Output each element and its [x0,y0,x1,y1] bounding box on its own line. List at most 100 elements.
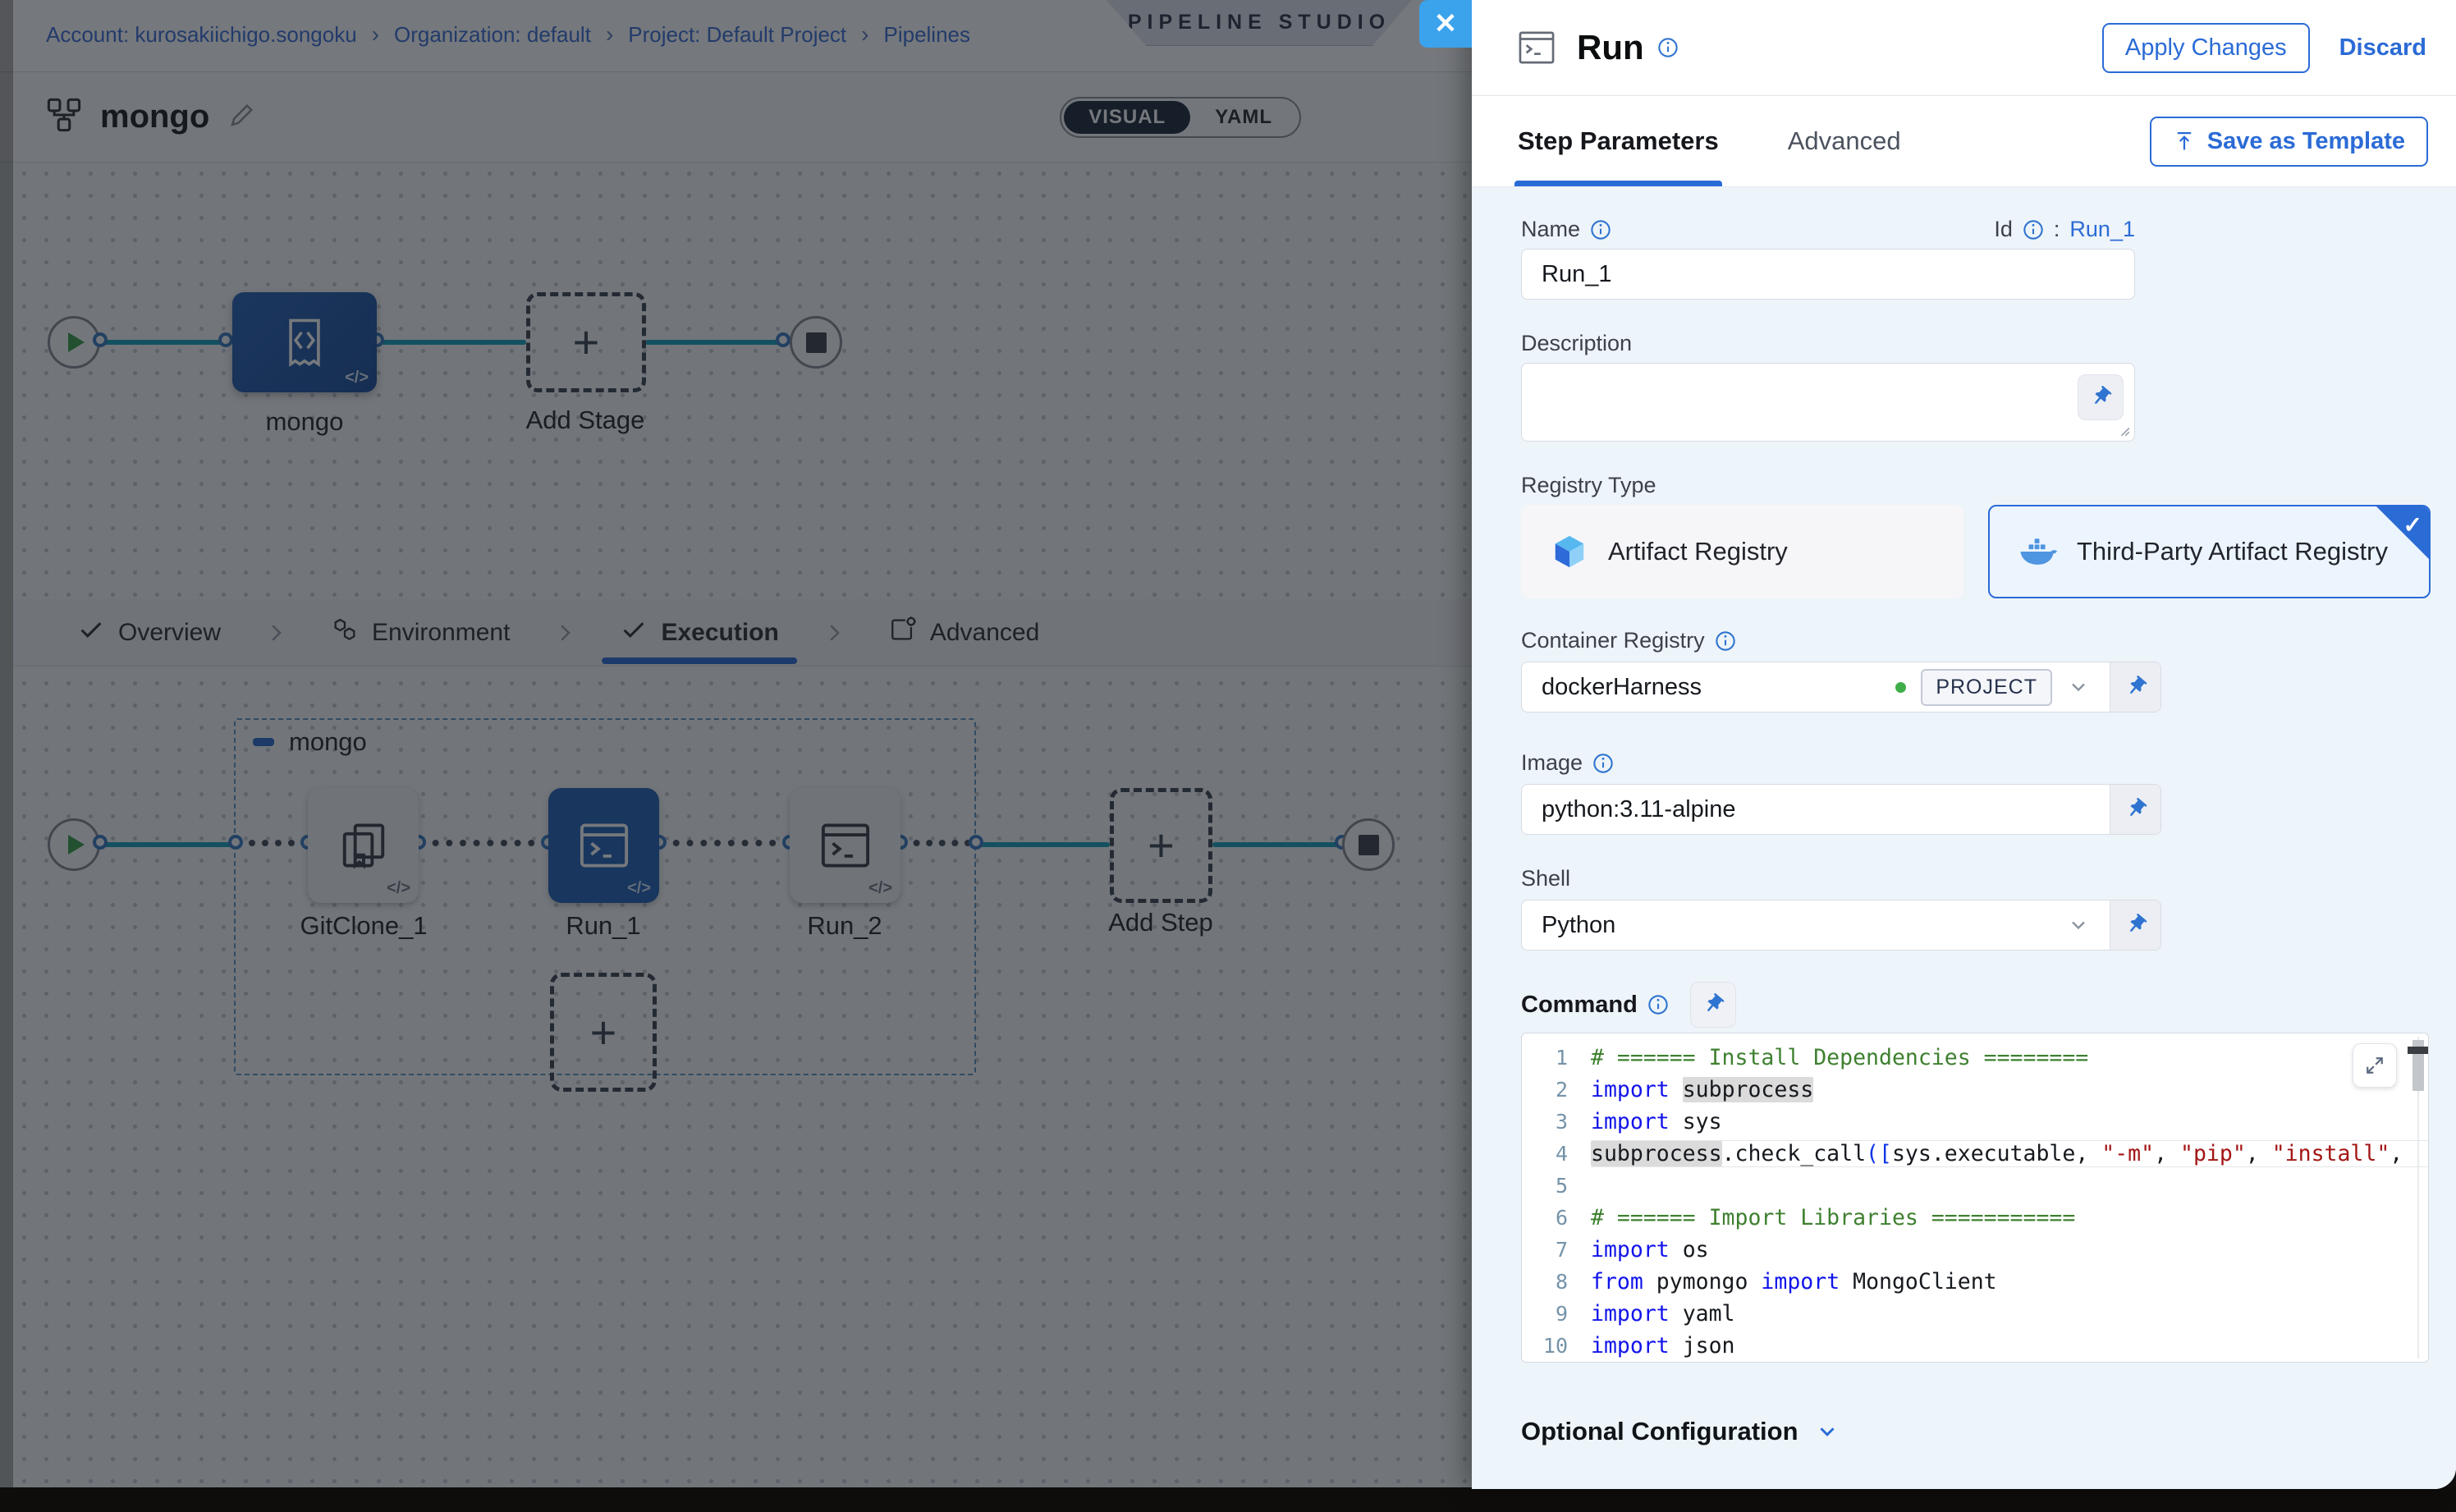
code-line[interactable]: 6# ====== Import Libraries =========== [1522,1202,2428,1234]
left-nav-rail [0,0,13,1487]
pipeline-start-node[interactable] [48,316,100,369]
shell-select[interactable]: Python [1521,900,2161,951]
stage-tab-advanced[interactable]: Advanced [866,599,1062,666]
step-label: Run_2 [738,911,951,941]
code-line-content: # ====== Install Dependencies ======== [1591,1045,2428,1070]
expand-editor-button[interactable] [2353,1043,2397,1088]
code-line[interactable]: 10import json [1522,1330,2428,1362]
code-line[interactable]: 5 [1522,1170,2428,1202]
info-icon[interactable] [1592,753,1614,774]
edit-pencil-icon[interactable] [227,100,257,134]
optional-configuration-label: Optional Configuration [1521,1417,1798,1446]
code-line[interactable]: 7import os [1522,1234,2428,1266]
pin-input-type-button[interactable] [2110,785,2160,834]
code-badge: </> [345,369,369,387]
apply-changes-button[interactable]: Apply Changes [2102,23,2310,73]
add-stage-button[interactable]: + [526,292,646,392]
stage-tab-execution[interactable]: Execution [597,599,801,666]
resize-handle[interactable] [2119,425,2130,437]
code-line[interactable]: 9import yaml [1522,1298,2428,1330]
pin-input-type-button[interactable] [1690,982,1736,1028]
image-input[interactable]: python:3.11-alpine [1542,796,2090,823]
tab-separator-chevron-icon [552,621,577,645]
step-node-run2[interactable]: </> [790,788,900,903]
execution-start-node[interactable] [48,818,100,871]
tab-step-parameters[interactable]: Step Parameters [1518,96,1719,186]
code-badge: </> [868,879,892,898]
code-line[interactable]: 4subprocess.check_call([sys.executable, … [1522,1138,2428,1170]
close-panel-button[interactable]: ✕ [1419,0,1472,48]
breadcrumb-item[interactable]: Organization: default [394,22,591,48]
code-line[interactable]: 1# ====== Install Dependencies ======== [1522,1042,2428,1074]
save-as-template-label: Save as Template [2207,128,2405,155]
save-as-template-button[interactable]: Save as Template [2150,117,2428,167]
registry-option-label: Third-Party Artifact Registry [2077,537,2388,566]
container-registry-select[interactable]: dockerHarness PROJECT [1521,662,2161,712]
image-input-group: python:3.11-alpine [1521,784,2161,835]
add-step-button[interactable]: + [1110,788,1212,903]
code-line[interactable]: 3import sys [1522,1106,2428,1138]
info-icon[interactable] [2023,219,2044,241]
stage-tab-label: Environment [372,619,510,647]
info-icon[interactable] [1647,994,1669,1015]
pin-input-type-button[interactable] [2110,662,2160,712]
registry-option-third-party[interactable]: Third-Party Artifact Registry ✓ [1988,505,2431,598]
connector-line [976,842,1110,847]
stage-tab-environment[interactable]: Environment [308,599,533,666]
breadcrumb-item[interactable]: Pipelines [883,22,970,48]
code-line[interactable]: 2import subprocess [1522,1074,2428,1106]
tab-separator-chevron-icon [822,621,846,645]
add-stage-label: Add Stage [479,405,692,435]
stop-icon [1359,835,1379,855]
registry-option-label: Artifact Registry [1608,537,1788,566]
step-parameters-form: Name Id : Run_1 Run_1 Description Regist… [1472,187,2456,1489]
chevron-down-icon[interactable] [2067,676,2090,699]
code-line-content: # ====== Import Libraries =========== [1591,1205,2428,1230]
top-header: Account: kurosakiichigo.songoku › Organiza… [0,0,1472,72]
chevron-down-icon[interactable] [2067,914,2090,937]
terminal-icon [820,822,871,869]
pin-input-type-button[interactable] [2110,900,2160,950]
execution-end-node[interactable] [1342,818,1395,871]
pin-icon [2088,385,2113,410]
description-textarea[interactable] [1521,363,2135,442]
dotted-connector [419,840,548,846]
line-number: 1 [1522,1046,1591,1070]
stage-tab-overview[interactable]: Overview [54,599,244,666]
pipeline-end-node[interactable] [790,316,842,369]
pin-icon [2124,675,2148,699]
breadcrumb-item[interactable]: Project: Default Project [628,22,846,48]
registry-option-artifact[interactable]: Artifact Registry [1521,505,1963,598]
connector-port [969,835,983,850]
breadcrumb-separator: › [372,21,379,48]
play-icon [68,835,85,855]
pin-icon [2124,797,2148,822]
name-input[interactable]: Run_1 [1521,249,2135,300]
yaml-toggle[interactable]: YAML [1190,101,1297,134]
tab-advanced[interactable]: Advanced [1788,96,1901,186]
info-icon[interactable] [1590,219,1611,241]
visual-toggle[interactable]: VISUAL [1064,101,1190,134]
command-code-editor[interactable]: 1# ====== Install Dependencies ========2… [1521,1033,2429,1363]
code-line-content: import subprocess [1591,1077,2428,1102]
code-line[interactable]: 8from pymongo import MongoClient [1522,1266,2428,1298]
optional-configuration-toggle[interactable]: Optional Configuration [1521,1417,2431,1446]
code-line-content: import sys [1591,1109,2428,1134]
info-icon[interactable] [1715,630,1736,652]
dotted-connector [659,840,790,846]
id-value[interactable]: Run_1 [2069,217,2135,242]
add-parallel-step-button[interactable]: + [550,973,657,1092]
step-node-run1[interactable]: </> [548,788,659,903]
code-line-content: import json [1591,1333,2428,1359]
play-icon [68,332,85,352]
stage-node-mongo[interactable]: </> [232,292,377,392]
discard-button[interactable]: Discard [2339,34,2426,62]
collapse-group-icon[interactable] [253,738,274,746]
pin-input-type-button[interactable] [2078,374,2124,420]
info-icon[interactable] [1657,37,1679,58]
code-badge: </> [387,879,410,898]
breadcrumb-item[interactable]: Account: kurosakiichigo.songoku [46,22,357,48]
stop-icon [806,332,827,353]
step-node-gitclone[interactable]: </> [308,788,419,903]
chevron-down-icon [1815,1419,1840,1444]
